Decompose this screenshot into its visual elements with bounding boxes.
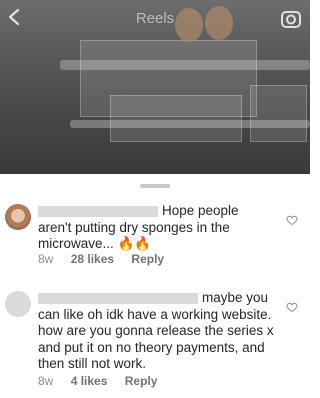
comment-meta: 8w 4 likes Reply [38, 374, 171, 388]
comments-sheet: Hope people aren't putting dry sponges i… [0, 174, 310, 398]
redacted-username [38, 205, 158, 217]
camera-icon[interactable] [280, 8, 302, 30]
container [250, 85, 307, 142]
page-title: Reels [135, 10, 175, 27]
fridge-shelf [60, 60, 310, 70]
comment-likes[interactable]: 28 likes [71, 252, 114, 266]
egg-tray [110, 95, 242, 142]
reply-button[interactable]: Reply [125, 374, 158, 388]
avatar[interactable] [5, 204, 31, 230]
comment-likes[interactable]: 4 likes [71, 374, 108, 388]
comment-text: maybe you can like oh idk have a working… [38, 290, 274, 373]
comment-age: 8w [38, 374, 54, 388]
heart-outline-icon[interactable] [286, 301, 298, 313]
heart-outline-icon[interactable] [286, 214, 298, 226]
sheet-drag-handle[interactable] [140, 184, 170, 188]
comment-text: Hope people aren't putting dry sponges i… [38, 203, 274, 253]
comment-text-line1: Hope people [162, 203, 239, 218]
comment-text-line1: maybe you [202, 290, 269, 305]
redacted-username [38, 292, 198, 304]
comment-text-rest: aren't putting dry sponges in the microw… [38, 219, 230, 252]
comment-age: 8w [38, 252, 54, 266]
avatar[interactable] [5, 291, 31, 317]
reply-button[interactable]: Reply [131, 252, 164, 266]
comment-meta: 8w 28 likes Reply [38, 252, 178, 266]
reel-video[interactable]: Reels [0, 0, 310, 174]
comment-text-rest: can like oh idk have a working website. … [38, 306, 274, 372]
